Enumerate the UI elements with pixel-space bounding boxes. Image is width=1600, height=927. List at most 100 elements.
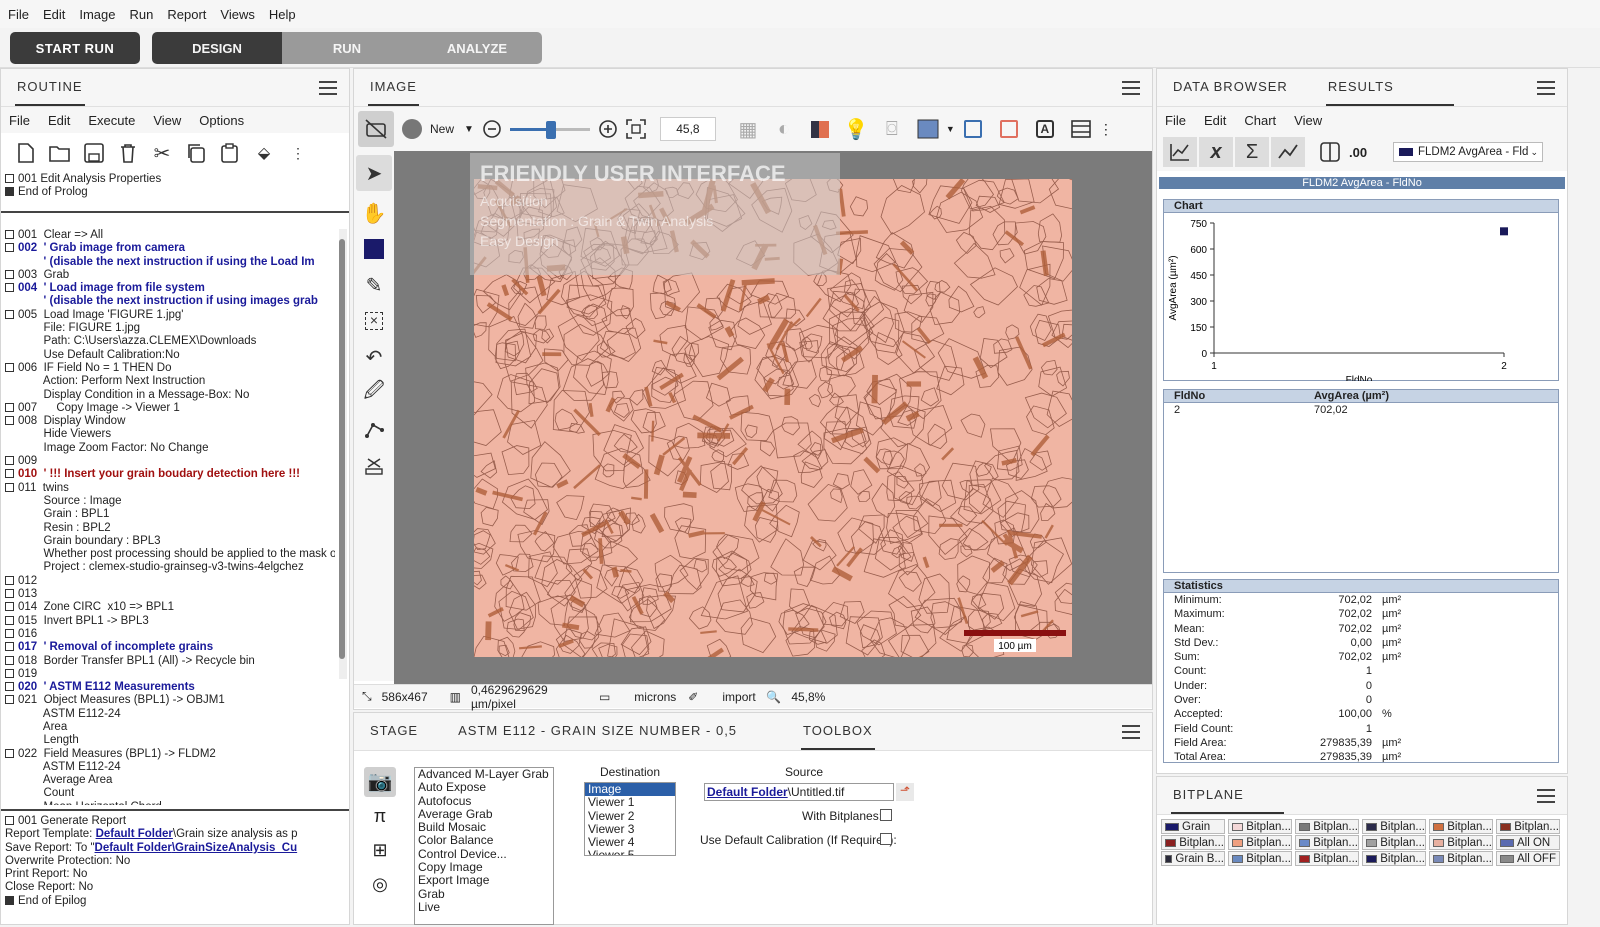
routine-menu-execute[interactable]: Execute — [88, 113, 135, 128]
routine-line[interactable]: Hide Viewers — [5, 428, 335, 441]
red-frame-icon[interactable] — [991, 111, 1027, 147]
tab-results[interactable]: RESULTS — [1325, 79, 1454, 106]
tool-list-item[interactable]: Auto Expose — [418, 780, 553, 794]
expand-box-icon[interactable] — [5, 362, 14, 372]
menu-file[interactable]: File — [8, 7, 29, 22]
with-bitplanes-checkbox[interactable] — [880, 809, 892, 821]
routine-line[interactable]: Area — [5, 721, 335, 734]
epilog-line[interactable]: Report Template: Default Folder\Grain si… — [5, 828, 335, 841]
erase-selection-icon[interactable]: × — [356, 303, 392, 339]
expand-box-icon[interactable] — [5, 230, 14, 239]
breakpoint-icon[interactable]: ⬙ — [247, 138, 281, 168]
routine-line[interactable]: ' (disable the next instruction if using… — [5, 256, 335, 269]
bitplane-button[interactable]: Bitplan... — [1228, 851, 1292, 866]
routine-line[interactable]: 005 Load Image 'FIGURE 1.jpg' — [5, 309, 335, 322]
bitplane-button[interactable]: Grain — [1161, 819, 1225, 834]
routine-menu-edit[interactable]: Edit — [48, 113, 70, 128]
expand-box-icon[interactable] — [5, 748, 14, 758]
tab-toolbox[interactable]: TOOLBOX — [801, 723, 875, 750]
routine-line[interactable]: 001 Clear => All — [5, 229, 335, 242]
polyline-icon[interactable] — [356, 411, 392, 447]
menu-run[interactable]: Run — [130, 7, 154, 22]
new-file-icon[interactable] — [9, 138, 43, 168]
routine-line[interactable]: Project : clemex-studio-grainseg-v3-twin… — [5, 561, 335, 574]
results-menu-file[interactable]: File — [1165, 113, 1186, 128]
tool-list[interactable]: Advanced M-Layer Grab Auto Expose Autofocu… — [414, 767, 554, 925]
expand-box-icon[interactable] — [5, 655, 14, 665]
draw-pencil-icon[interactable]: ✎ — [356, 267, 392, 303]
bitplane-button[interactable]: Bitplan... — [1228, 835, 1292, 850]
routine-line[interactable]: ASTM E112-24 — [5, 761, 335, 774]
destination-item[interactable]: Viewer 2 — [585, 809, 675, 823]
series-select[interactable]: FLDM2 AvgArea - Fld ⌄ — [1393, 142, 1543, 162]
menu-edit[interactable]: Edit — [43, 7, 65, 22]
menu-image[interactable]: Image — [79, 7, 115, 22]
expand-box-icon[interactable] — [5, 602, 14, 612]
hamburger-menu-icon[interactable] — [319, 81, 337, 95]
expand-box-icon[interactable] — [5, 309, 14, 319]
new-label[interactable]: New — [430, 122, 454, 136]
color-channels-icon[interactable] — [802, 111, 838, 147]
destination-item[interactable]: Viewer 1 — [585, 795, 675, 809]
routine-line[interactable]: Whether post processing should be applie… — [5, 548, 335, 561]
expand-box-icon[interactable] — [5, 416, 14, 426]
results-menu-view[interactable]: View — [1294, 113, 1322, 128]
routine-scrollbar[interactable] — [339, 229, 347, 679]
routine-line[interactable]: ' (disable the next instruction if using… — [5, 295, 335, 308]
bitplane-button[interactable]: Bitplan... — [1161, 835, 1225, 850]
epilog-line[interactable]: Save Report: To "Default Folder\GrainSiz… — [5, 842, 335, 855]
menu-help[interactable]: Help — [269, 7, 296, 22]
routine-line[interactable]: Count — [5, 787, 335, 800]
epilog-line[interactable]: Print Report: No — [5, 868, 335, 881]
routine-menu-file[interactable]: File — [9, 113, 30, 128]
routine-line[interactable]: 003 Grab — [5, 269, 335, 282]
tool-list-item[interactable]: Build Mosaic — [418, 820, 553, 834]
routine-line[interactable]: 006 IF Field No = 1 THEN Do — [5, 362, 335, 375]
routine-line[interactable]: Use Default Calibration:No — [5, 349, 335, 362]
routine-line[interactable]: 016 — [5, 628, 335, 641]
routine-line[interactable]: Source : Image — [5, 495, 335, 508]
undo-icon[interactable]: ↶ — [356, 339, 392, 375]
tool-list-item[interactable]: Autofocus — [418, 794, 553, 808]
expand-box-icon[interactable] — [5, 615, 14, 625]
circle-shape-icon[interactable] — [402, 119, 422, 139]
bitplane-button[interactable]: Bitplan... — [1429, 835, 1493, 850]
bitplane-button[interactable]: Bitplan... — [1496, 819, 1560, 834]
annotation-icon[interactable]: A — [1027, 111, 1063, 147]
bitplane-button[interactable]: Bitplan... — [1429, 819, 1493, 834]
bitplane-button[interactable]: Bitplan... — [1295, 835, 1359, 850]
routine-menu-options[interactable]: Options — [199, 113, 244, 128]
routine-line[interactable]: Grain boundary : BPL3 — [5, 535, 335, 548]
bitplane-button[interactable]: Grain B... — [1161, 851, 1225, 866]
bitplane-button[interactable]: All OFF — [1496, 851, 1560, 866]
destination-item[interactable]: Image — [585, 783, 675, 797]
routine-line[interactable]: 019 — [5, 668, 335, 681]
results-menu-edit[interactable]: Edit — [1204, 113, 1226, 128]
variable-x-icon[interactable]: x — [1199, 137, 1233, 167]
mode-run-button[interactable]: RUN — [282, 32, 412, 64]
avgarea-chart[interactable]: 0 150 300 450 600 750 1 2 FldNo AvgArea (µm²) — [1164, 213, 1558, 386]
tab-bitplane[interactable]: BITPLANE — [1171, 787, 1284, 814]
epilog-line[interactable]: 001 Generate Report — [5, 815, 335, 828]
tab-astm-report[interactable]: ASTM E112 - GRAIN SIZE NUMBER - 0,5 — [456, 723, 739, 750]
chevron-down-icon[interactable]: ▼ — [464, 124, 474, 135]
routine-line[interactable]: 012 — [5, 575, 335, 588]
hamburger-menu-icon[interactable] — [1122, 81, 1140, 95]
trend-icon[interactable] — [1271, 137, 1305, 167]
bitplane-category-icon[interactable]: ◎ — [364, 869, 396, 899]
table-row[interactable]: 2 702,02 — [1164, 403, 1558, 417]
camera-category-icon[interactable]: 📷 — [364, 767, 396, 797]
routine-line[interactable]: File: FIGURE 1.jpg — [5, 322, 335, 335]
use-default-calibration-checkbox[interactable] — [880, 833, 892, 845]
bitplane-button[interactable]: Bitplan... — [1295, 851, 1359, 866]
cut-icon[interactable]: ✂ — [145, 138, 179, 168]
tool-list-item[interactable]: Control Device... — [418, 847, 553, 861]
open-folder-icon[interactable] — [43, 138, 77, 168]
mode-analyze-button[interactable]: ANALYZE — [412, 32, 542, 64]
menu-views[interactable]: Views — [220, 7, 254, 22]
layout-icon[interactable] — [1063, 111, 1099, 147]
epilog-end-line[interactable]: End of Epilog — [5, 895, 335, 908]
expand-box-icon[interactable] — [5, 589, 14, 599]
more-options-icon[interactable]: ⋮ — [281, 138, 315, 168]
expand-box-icon[interactable] — [5, 243, 14, 253]
